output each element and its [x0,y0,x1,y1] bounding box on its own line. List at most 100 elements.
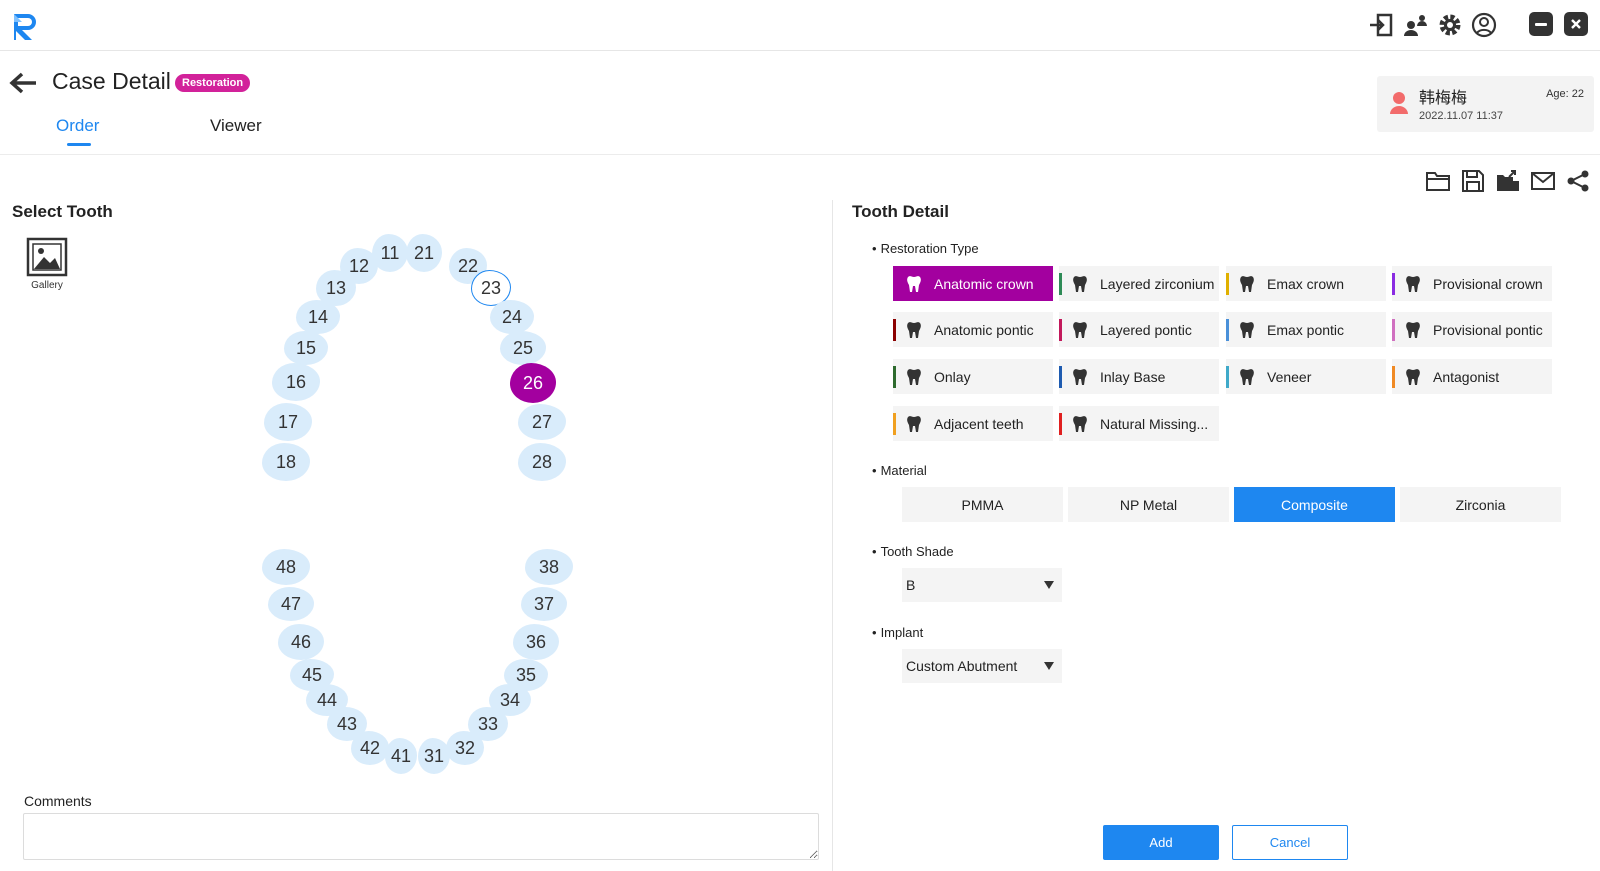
minimize-icon [1535,22,1547,26]
gallery-button[interactable]: Gallery [24,237,70,295]
type-color-bar [893,365,896,388]
zirconium-icon [1070,274,1090,294]
tooth-41[interactable]: 41 [385,738,417,774]
save-icon[interactable] [1459,167,1487,195]
account-icon[interactable] [1469,10,1499,40]
header-divider [0,154,1600,155]
tooth-47[interactable]: 47 [268,587,314,621]
back-button[interactable] [8,68,42,98]
minimize-button[interactable] [1529,12,1553,36]
patient-date: 2022.11.07 11:37 [1419,110,1504,122]
tooth-25[interactable]: 25 [500,331,546,365]
restoration-type-emax-pontic[interactable]: Emax pontic [1226,312,1386,347]
tooth-37[interactable]: 37 [521,587,567,621]
type-color-bar [1392,272,1395,295]
tooth-shade-value: B [906,577,916,593]
restoration-type-anatomic-pontic[interactable]: Anatomic pontic [893,312,1053,347]
restoration-type-inlay-base[interactable]: Inlay Base [1059,359,1219,394]
dropdown-arrow-icon [1044,581,1054,589]
emax-pontic-icon [1237,320,1257,340]
adjacent-teeth-icon [904,414,924,434]
restoration-type-veneer[interactable]: Veneer [1226,359,1386,394]
tooth-31[interactable]: 31 [418,738,450,774]
restoration-type-layered-zirconium[interactable]: Layered zirconium [1059,266,1219,301]
tooth-shade-select[interactable]: B [902,568,1062,602]
type-color-bar [1059,318,1062,341]
implant-label: Implant [872,625,924,640]
gallery-label: Gallery [31,280,63,291]
tooth-18[interactable]: 18 [262,443,310,481]
tooth-26[interactable]: 26 [510,363,556,403]
antagonist-icon [1403,367,1423,387]
tab-order[interactable]: Order [56,116,99,136]
export-icon[interactable] [1494,167,1522,195]
type-color-bar [1226,365,1229,388]
comments-input[interactable] [23,813,819,860]
type-color-bar [1059,412,1062,435]
implant-select[interactable]: Custom Abutment [902,649,1062,683]
type-color-bar [1226,318,1229,341]
dropdown-arrow-icon [1044,662,1054,670]
tooth-38[interactable]: 38 [525,549,573,585]
mail-icon[interactable] [1529,167,1557,195]
folder-icon[interactable] [1424,167,1452,195]
restoration-type-label: Adjacent teeth [934,415,1024,432]
patient-avatar-icon [1389,90,1409,116]
restoration-type-label: Anatomic pontic [934,321,1034,338]
tooth-16[interactable]: 16 [272,363,320,401]
restoration-type-onlay[interactable]: Onlay [893,359,1053,394]
restoration-type-label: Onlay [934,368,971,385]
restoration-type-provisional-crown[interactable]: Provisional crown [1392,266,1552,301]
import-icon[interactable] [1366,10,1396,40]
patient-age: Age: 22 [1546,88,1584,100]
close-button[interactable] [1564,12,1588,36]
type-color-bar [893,318,896,341]
gear-icon[interactable] [1435,10,1465,40]
tooth-46[interactable]: 46 [278,624,324,660]
tooth-42[interactable]: 42 [351,731,389,765]
type-color-bar [1059,365,1062,388]
tooth-32[interactable]: 32 [446,731,484,765]
back-arrow-icon [9,72,36,94]
tooth-48[interactable]: 48 [262,549,310,585]
material-pmma[interactable]: PMMA [902,487,1063,522]
restoration-type-layered-pontic[interactable]: Layered pontic [1059,312,1219,347]
crown-icon [904,274,924,294]
cancel-button[interactable]: Cancel [1232,825,1348,860]
provisional-crown-icon [1403,274,1423,294]
tooth-21[interactable]: 21 [406,234,442,272]
tooth-17[interactable]: 17 [264,403,312,441]
tooth-27[interactable]: 27 [518,404,566,440]
title-bar [0,0,1600,51]
share-icon[interactable] [1564,167,1592,195]
tooth-28[interactable]: 28 [518,443,566,481]
restoration-type-antagonist[interactable]: Antagonist [1392,359,1552,394]
material-np-metal[interactable]: NP Metal [1068,487,1229,522]
gallery-icon [26,237,68,277]
restoration-type-adjacent-teeth[interactable]: Adjacent teeth [893,406,1053,441]
type-color-bar [1059,272,1062,295]
tab-viewer[interactable]: Viewer [210,116,262,136]
tooth-24[interactable]: 24 [490,300,534,334]
restoration-type-label: Provisional crown [1433,275,1543,292]
tooth-15[interactable]: 15 [284,331,328,365]
tooth-detail-title: Tooth Detail [852,202,949,221]
add-button[interactable]: Add [1103,825,1219,860]
restoration-type-natural-missing[interactable]: Natural Missing... [1059,406,1219,441]
tooth-14[interactable]: 14 [296,300,340,334]
select-tooth-title: Select Tooth [12,202,113,221]
tooth-36[interactable]: 36 [513,624,559,660]
material-label: Material [872,463,927,478]
users-icon[interactable] [1401,10,1431,40]
restoration-type-label: Layered pontic [1100,321,1192,338]
restoration-type-emax-crown[interactable]: Emax crown [1226,266,1386,301]
type-color-bar [1392,365,1395,388]
type-color-bar [1226,272,1229,295]
type-color-bar [1392,318,1395,341]
material-composite[interactable]: Composite [1234,487,1395,522]
restoration-type-provisional-pontic[interactable]: Provisional pontic [1392,312,1552,347]
restoration-type-anatomic-crown[interactable]: Anatomic crown [893,266,1053,301]
material-zirconia[interactable]: Zirconia [1400,487,1561,522]
restoration-type-label: Restoration Type [872,241,979,256]
restoration-type-label: Layered zirconium [1100,275,1215,292]
